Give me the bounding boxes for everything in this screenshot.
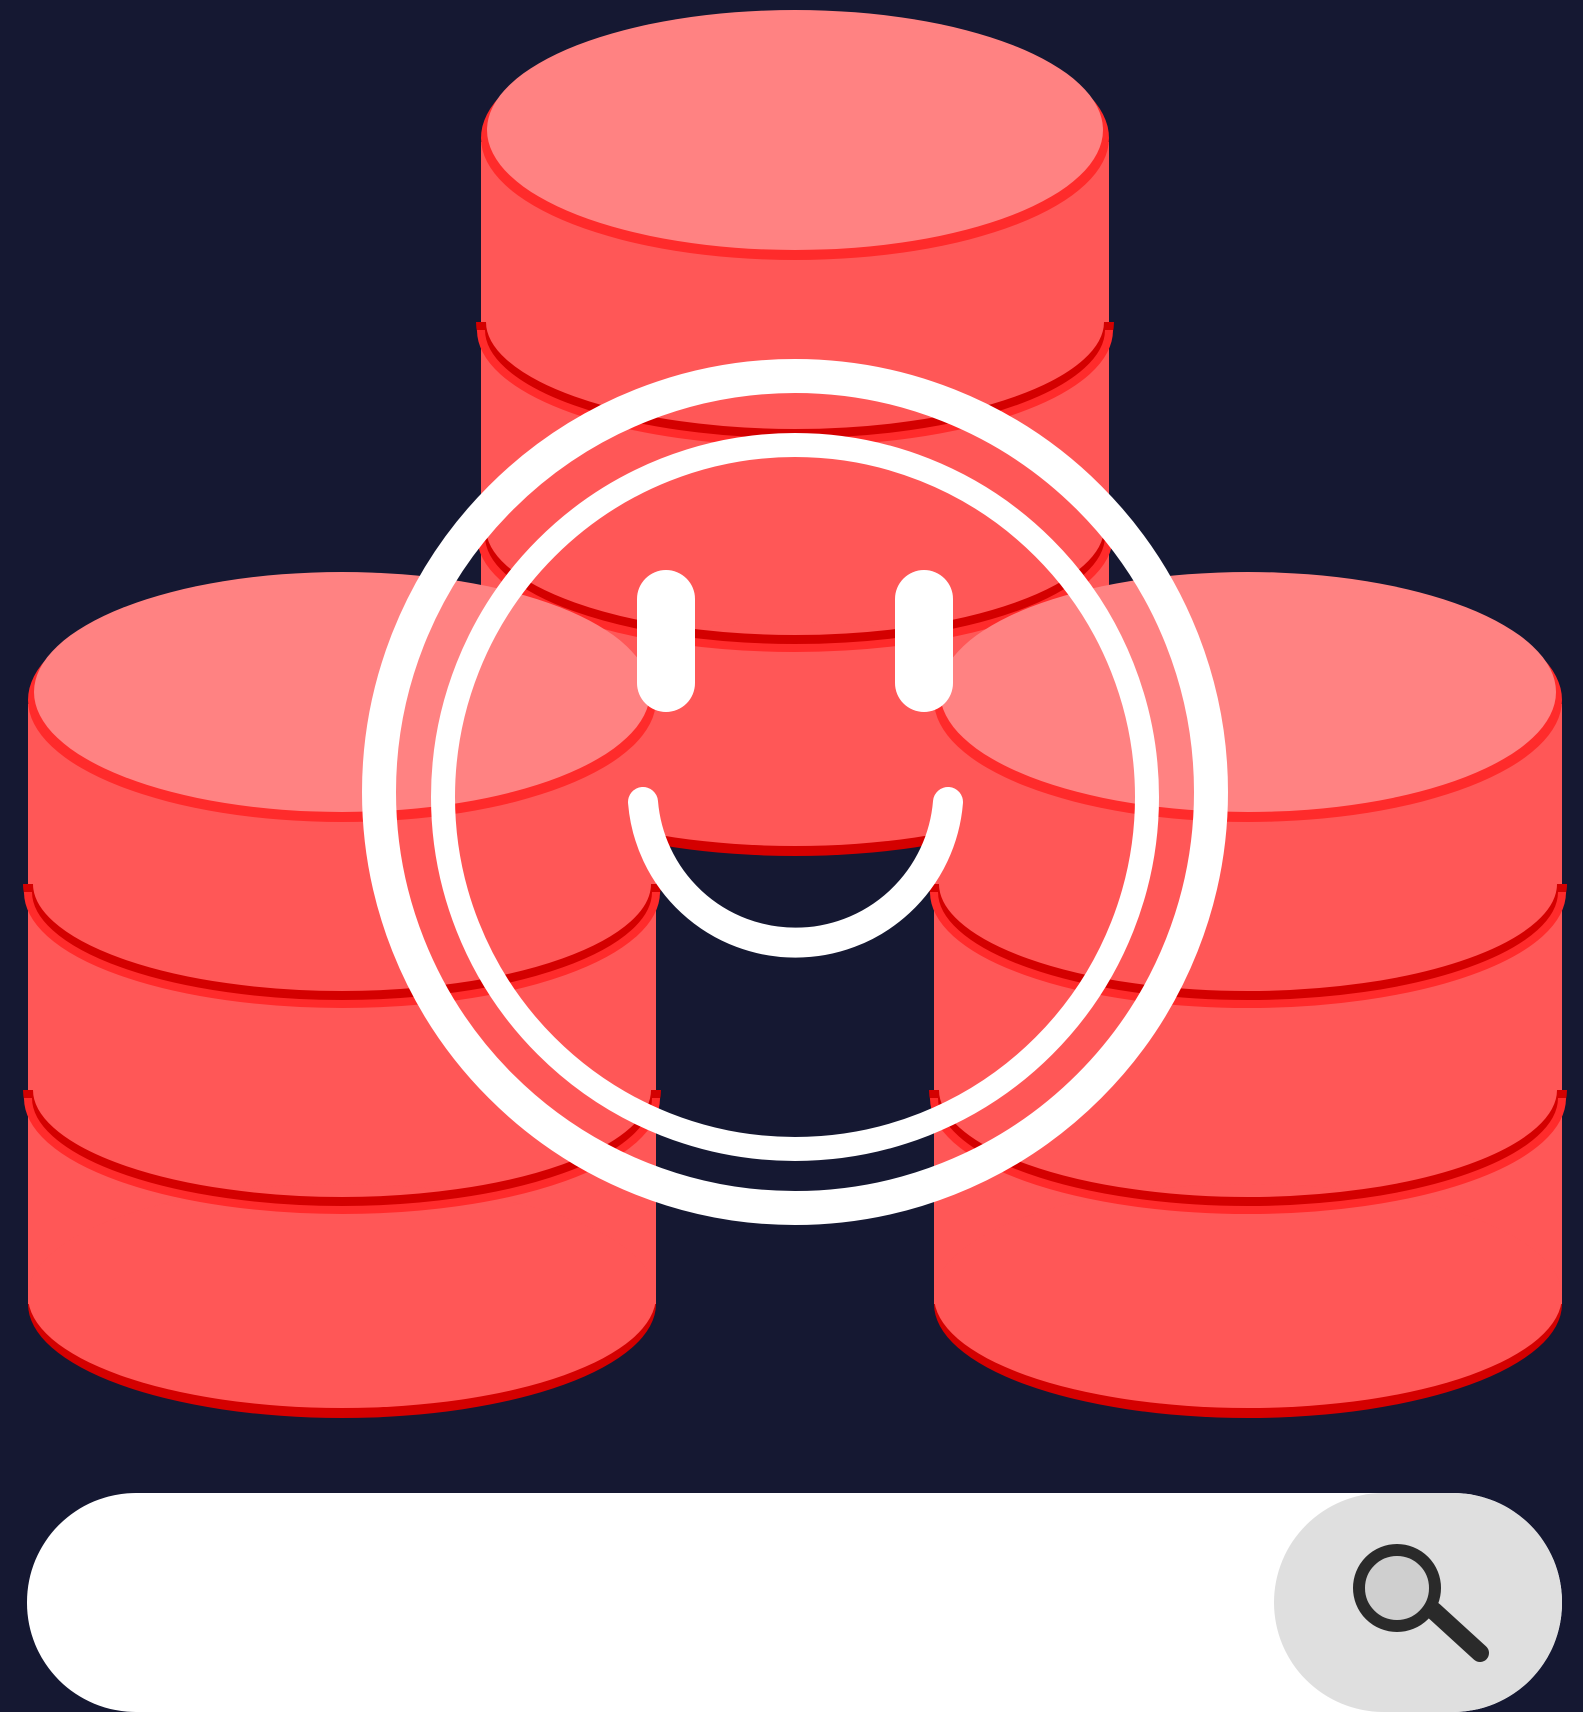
- search-input[interactable]: [127, 1493, 1257, 1712]
- search-bar: [27, 1493, 1562, 1712]
- search-icon: [1353, 1544, 1489, 1662]
- database-cylinder-left: [28, 572, 656, 1418]
- search-button[interactable]: [1274, 1493, 1562, 1712]
- database-illustration: [0, 0, 1583, 1712]
- database-cylinder-right: [934, 572, 1562, 1418]
